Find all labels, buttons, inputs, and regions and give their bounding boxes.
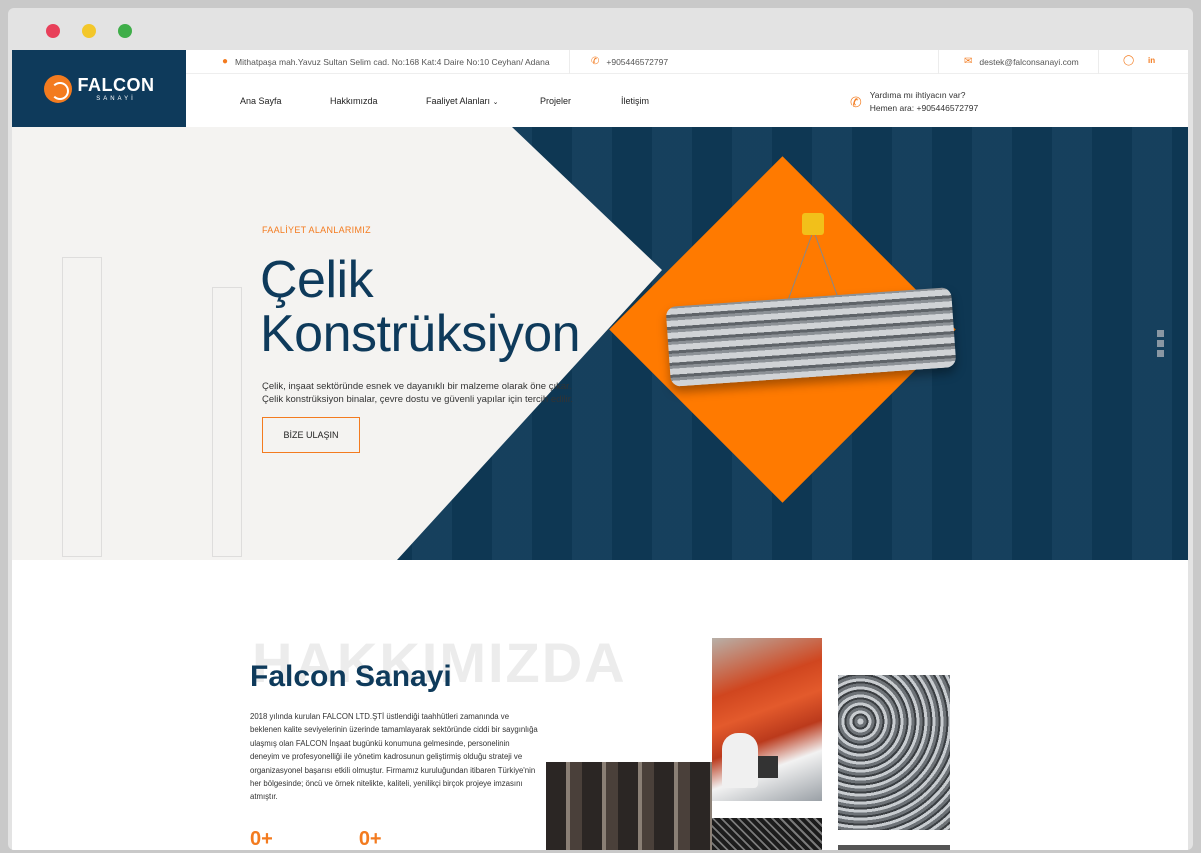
- help-contact[interactable]: ✆ Yardıma mı ihtiyacın var? Hemen ara: +…: [850, 89, 978, 115]
- contact-us-button[interactable]: BİZE ULAŞIN: [262, 417, 360, 453]
- maximize-window-button[interactable]: [118, 24, 132, 38]
- top-info-bar: ● Mithatpaşa mah.Yavuz Sultan Selim cad.…: [186, 50, 1188, 74]
- main-nav: Ana Sayfa Hakkımızda Faaliyet Alanları ⌄…: [186, 74, 1188, 127]
- nav-home[interactable]: Ana Sayfa: [240, 96, 282, 106]
- nav-contact[interactable]: İletişim: [621, 96, 649, 106]
- chevron-down-icon: ⌄: [492, 99, 499, 106]
- email-text[interactable]: destek@falconsanayi.com: [979, 57, 1078, 67]
- steel-bars-photo: [838, 675, 950, 830]
- engineer-photo: [712, 638, 822, 801]
- crane-hook-image: [802, 213, 824, 235]
- power-tower-graphic: [212, 287, 242, 557]
- about-title: Falcon Sanayi: [250, 660, 452, 693]
- hero-title: Çelik Konstrüksiyon: [260, 251, 581, 363]
- nav-activities[interactable]: Faaliyet Alanları ⌄: [426, 96, 498, 106]
- hero-description: Çelik, inşaat sektöründe esnek ve dayanı…: [262, 381, 574, 405]
- nav-about[interactable]: Hakkımızda: [330, 96, 378, 106]
- help-phone: Hemen ara: +905446572797: [869, 103, 979, 113]
- email-info[interactable]: ✉ destek@falconsanayi.com: [964, 56, 1079, 68]
- stat-counter: 0+: [358, 828, 382, 850]
- browser-window: FALCON SANAYİ ● Mithatpaşa mah.Yavuz Sul…: [8, 8, 1193, 850]
- nav-projects[interactable]: Projeler: [540, 96, 571, 106]
- stats-counters: 0+ 0+: [250, 828, 382, 850]
- mail-icon: ✉: [964, 56, 973, 67]
- slider-dot[interactable]: [1157, 330, 1164, 337]
- map-pin-icon: ●: [222, 56, 229, 67]
- phone-ring-icon: ✆: [850, 93, 862, 110]
- hero-slider: FAALİYET ALANLARIMIZ Çelik Konstrüksiyon…: [12, 127, 1188, 560]
- steel-tubes-photo: [546, 762, 712, 850]
- help-question: Yardıma mı ihtiyacın var?: [869, 90, 966, 100]
- rebar-mesh-photo: [712, 818, 822, 850]
- logo-subtitle: SANAYİ: [96, 95, 136, 102]
- slider-dot[interactable]: [1157, 350, 1164, 357]
- nav-activities-label: Faaliyet Alanları: [426, 96, 491, 106]
- stat-counter: 0+: [250, 828, 273, 850]
- slider-dot[interactable]: [1157, 340, 1164, 347]
- window-controls: [46, 24, 132, 38]
- falcon-logo-icon: [43, 74, 72, 103]
- close-window-button[interactable]: [46, 24, 60, 38]
- phone-icon: ✆: [591, 56, 600, 67]
- minimize-window-button[interactable]: [82, 24, 96, 38]
- power-tower-graphic: [62, 257, 102, 557]
- linkedin-icon[interactable]: in: [1148, 57, 1155, 65]
- steel-photo: [838, 845, 950, 850]
- phone-text[interactable]: +905446572797: [606, 57, 668, 67]
- address-text: Mithatpaşa mah.Yavuz Sultan Selim cad. N…: [235, 57, 550, 67]
- slider-pagination: [1157, 330, 1164, 357]
- address-info: ● Mithatpaşa mah.Yavuz Sultan Selim cad.…: [222, 56, 550, 68]
- divider: [938, 50, 939, 74]
- divider: [1098, 50, 1099, 74]
- divider: [569, 50, 570, 74]
- hero-eyebrow: FAALİYET ALANLARIMIZ: [262, 225, 371, 235]
- phone-info[interactable]: ✆ +905446572797: [591, 56, 668, 68]
- about-text: 2018 yılında kurulan FALCON LTD.ŞTİ üstl…: [250, 712, 538, 802]
- site-logo[interactable]: FALCON SANAYİ: [12, 50, 186, 127]
- page-viewport: FALCON SANAYİ ● Mithatpaşa mah.Yavuz Sul…: [12, 50, 1188, 850]
- logo-title: FALCON: [77, 74, 155, 95]
- instagram-icon[interactable]: ◯: [1123, 56, 1134, 66]
